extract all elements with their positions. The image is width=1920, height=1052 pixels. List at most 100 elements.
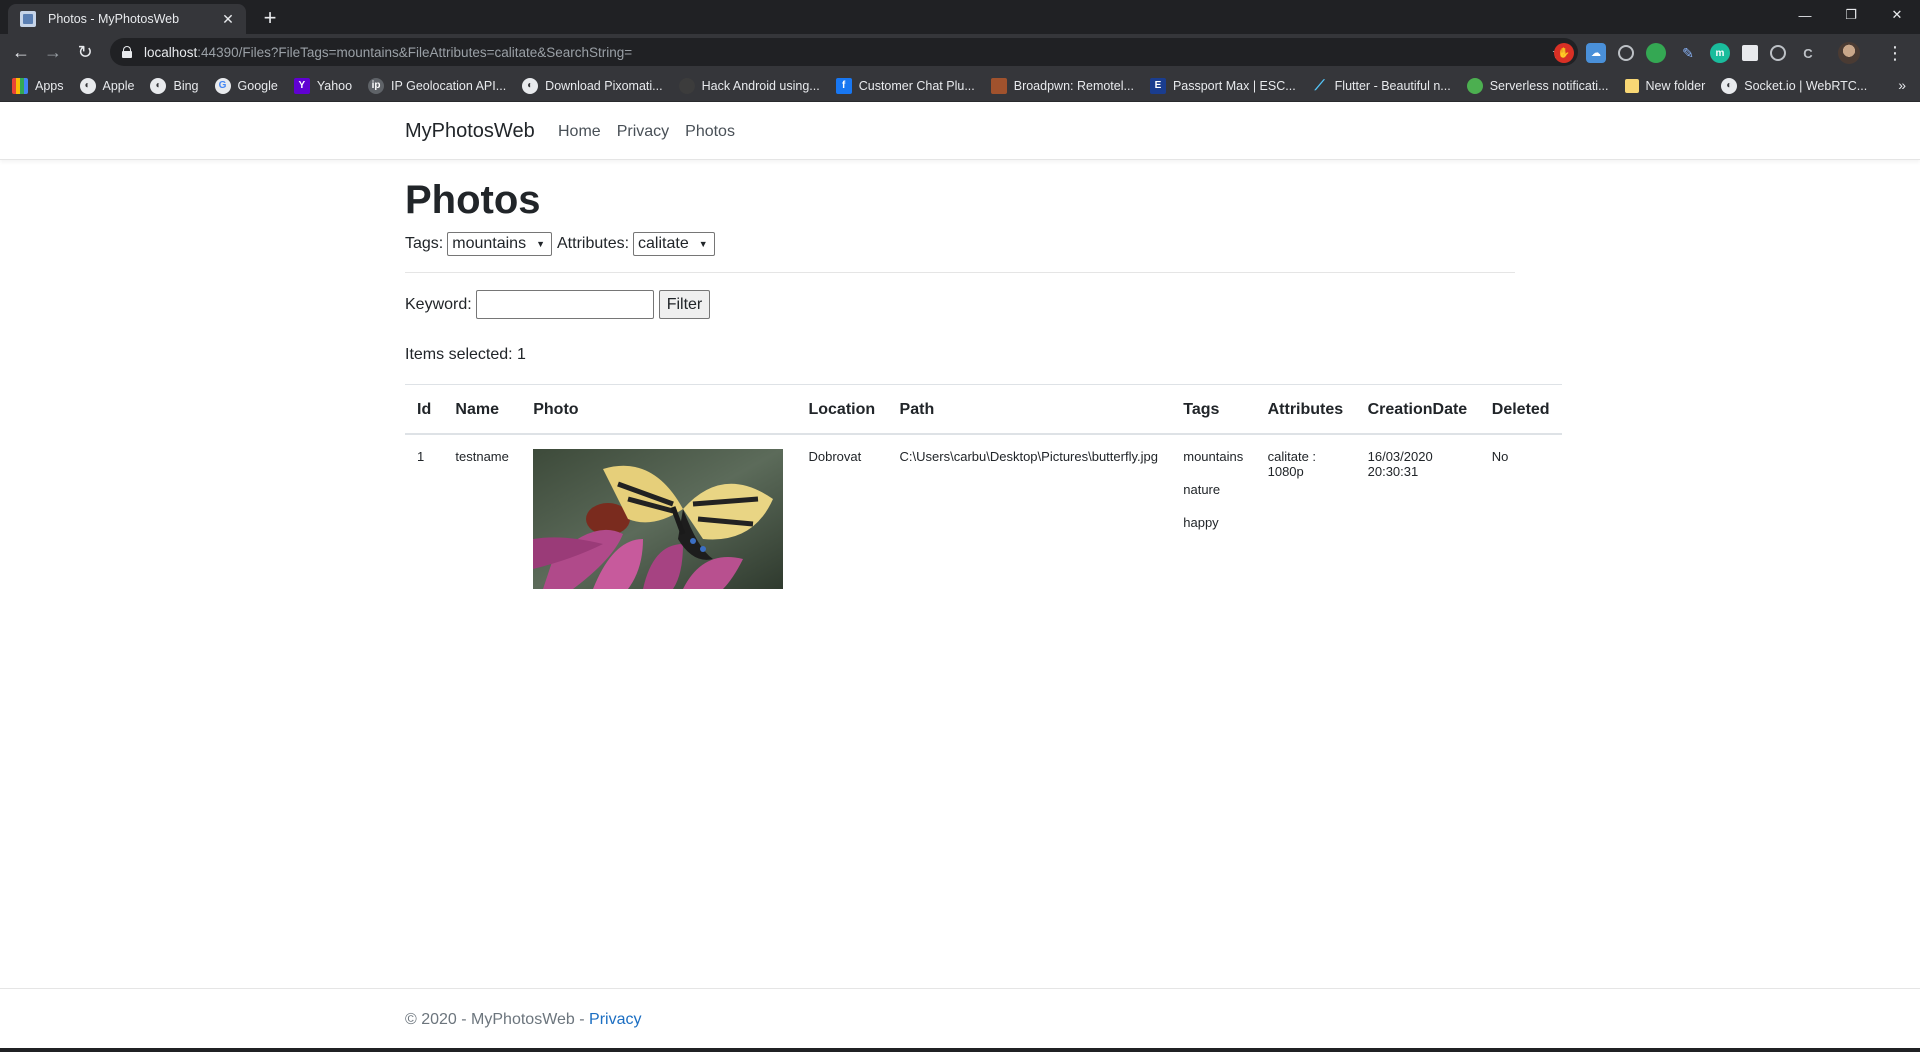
cell-path: C:\Users\carbu\Desktop\Pictures\butterfl…: [899, 449, 1158, 464]
bookmark-socketio[interactable]: ◐ Socket.io | WebRTC...: [1721, 77, 1867, 94]
extension-icon[interactable]: ☁: [1586, 43, 1606, 63]
column-header-id: Id: [405, 384, 444, 435]
bookmark-apple[interactable]: ◐ Apple: [79, 77, 134, 94]
list-item: happy: [1183, 515, 1219, 530]
globe-icon: ◐: [522, 77, 539, 94]
yahoo-icon: Y: [293, 77, 310, 94]
site-icon: [990, 77, 1007, 94]
attribute-key: calitate :: [1267, 449, 1317, 464]
apps-grid-icon: [12, 77, 28, 94]
site-icon: [678, 77, 695, 94]
close-tab-icon[interactable]: ✕: [220, 11, 236, 28]
bookmark-bing[interactable]: ◐ Bing: [150, 77, 199, 94]
browser-tabstrip: Photos - MyPhotosWeb ✕ + — ❐ ✕: [0, 0, 1920, 34]
ip-icon: ip: [368, 77, 385, 94]
folder-icon: [1624, 78, 1639, 93]
filter-selects: Tags: mountains ▼ Attributes: calitate ▼: [405, 232, 720, 256]
bookmark-pixomatic[interactable]: ◐ Download Pixomati...: [522, 77, 663, 94]
bookmark-apps[interactable]: Apps: [12, 77, 64, 94]
reload-icon[interactable]: ↻: [73, 40, 97, 64]
column-header-deleted: Deleted: [1479, 384, 1562, 435]
tab-title: Photos - MyPhotosWeb: [48, 12, 180, 26]
butterfly-photo: [533, 449, 784, 589]
back-arrow-icon[interactable]: ←: [9, 40, 33, 64]
bookmark-broadpwn[interactable]: Broadpwn: Remotel...: [990, 77, 1134, 94]
extension-icons: ✋ ☁ ✎ m C ⋮: [1554, 42, 1904, 64]
qr-code-icon[interactable]: [1742, 45, 1758, 61]
new-tab-button[interactable]: +: [256, 5, 284, 33]
url-text: localhost:44390/Files?FileTags=mountains…: [144, 44, 633, 60]
bookmark-customer-chat[interactable]: f Customer Chat Plu...: [835, 77, 975, 94]
page-favicon-icon: [20, 11, 36, 27]
forward-arrow-icon[interactable]: →: [41, 40, 65, 64]
nav-link-photos[interactable]: Photos: [685, 123, 735, 141]
keyword-label: Keyword:: [405, 295, 472, 313]
site-icon: E: [1149, 77, 1166, 94]
close-window-icon[interactable]: ✕: [1874, 0, 1920, 30]
facebook-icon: f: [835, 77, 852, 94]
bookmark-ip-geolocation[interactable]: ip IP Geolocation API...: [368, 77, 506, 94]
browser-toolbar: ← → ↻ localhost:44390/Files?FileTags=mou…: [0, 34, 1920, 70]
menu-dots-icon[interactable]: ⋮: [1886, 43, 1904, 64]
window-bottom-edge: [0, 1048, 1920, 1052]
extension-icon[interactable]: ✎: [1678, 43, 1698, 63]
bookmark-google[interactable]: G Google: [214, 77, 278, 94]
restore-icon[interactable]: ❐: [1828, 0, 1874, 30]
more-bookmarks-icon[interactable]: »: [1898, 77, 1906, 93]
bookmark-passport-max[interactable]: E Passport Max | ESC...: [1149, 77, 1296, 94]
items-selected-count: Items selected: 1: [405, 346, 526, 363]
attributes-select[interactable]: calitate ▼: [633, 232, 715, 256]
bookmark-yahoo[interactable]: Y Yahoo: [293, 77, 352, 94]
address-bar[interactable]: localhost:44390/Files?FileTags=mountains…: [110, 38, 1578, 66]
bookmark-flutter[interactable]: ⟋ Flutter - Beautiful n...: [1312, 77, 1451, 94]
google-icon: G: [214, 77, 231, 94]
site-nav-links: Home Privacy Photos: [558, 123, 735, 141]
keyword-input[interactable]: [475, 290, 654, 319]
cell-creation-date: 16/03/2020 20:30:31: [1356, 434, 1480, 603]
extension-icon[interactable]: [1646, 43, 1666, 63]
nav-link-privacy[interactable]: Privacy: [617, 123, 669, 141]
extension-icon[interactable]: [1618, 45, 1634, 61]
filter-button[interactable]: Filter: [658, 290, 711, 319]
tags-select[interactable]: mountains ▼: [447, 232, 552, 256]
column-header-tags: Tags: [1171, 384, 1256, 435]
column-header-photo: Photo: [521, 384, 797, 435]
creation-date: 16/03/2020: [1367, 449, 1433, 464]
site-icon: [1466, 77, 1483, 94]
profile-avatar[interactable]: [1838, 42, 1860, 64]
column-header-attributes: Attributes: [1255, 384, 1356, 435]
minimize-icon[interactable]: —: [1782, 0, 1828, 30]
globe-icon: ◐: [150, 77, 167, 94]
flutter-icon: ⟋: [1314, 77, 1325, 93]
nav-link-home[interactable]: Home: [558, 123, 601, 141]
list-item: nature: [1183, 482, 1221, 497]
cell-tags: mountains nature happy: [1171, 434, 1255, 603]
globe-icon: ◐: [1721, 77, 1738, 94]
browser-tab[interactable]: Photos - MyPhotosWeb ✕: [8, 4, 246, 34]
tags-select-value: mountains: [452, 235, 527, 252]
divider: [405, 272, 1515, 273]
site-footer: © 2020 - MyPhotosWeb - Privacy: [0, 988, 1920, 1052]
site-navbar: MyPhotosWeb Home Privacy Photos: [0, 102, 1920, 160]
footer-privacy-link[interactable]: Privacy: [589, 1011, 641, 1028]
column-header-name: Name: [443, 384, 522, 435]
page-title: Photos: [405, 178, 541, 222]
cell-attributes: calitate : 1080p: [1256, 434, 1356, 603]
column-header-path: Path: [887, 384, 1172, 435]
bookmark-hack-android[interactable]: Hack Android using...: [678, 77, 820, 94]
extension-icon[interactable]: C: [1798, 43, 1818, 63]
site-brand[interactable]: MyPhotosWeb: [405, 120, 535, 143]
bookmark-serverless[interactable]: Serverless notificati...: [1466, 77, 1609, 94]
attributes-select-value: calitate: [638, 235, 689, 252]
extension-icon[interactable]: m: [1710, 43, 1730, 63]
cell-location: Dobrovat: [808, 449, 862, 464]
bookmarks-bar: Apps ◐ Apple ◐ Bing G Google Y Yahoo ip IP Ge…: [0, 70, 1920, 102]
cell-deleted: No: [1491, 449, 1509, 464]
extension-icon[interactable]: [1770, 45, 1786, 61]
lock-icon: [122, 46, 132, 58]
copyright-text: © 2020 - MyPhotosWeb -: [405, 1011, 590, 1028]
column-header-creation-date: CreationDate: [1355, 384, 1480, 435]
bookmark-new-folder[interactable]: New folder: [1624, 78, 1705, 93]
extension-icon[interactable]: ✋: [1554, 43, 1574, 63]
cell-photo: [521, 434, 796, 603]
